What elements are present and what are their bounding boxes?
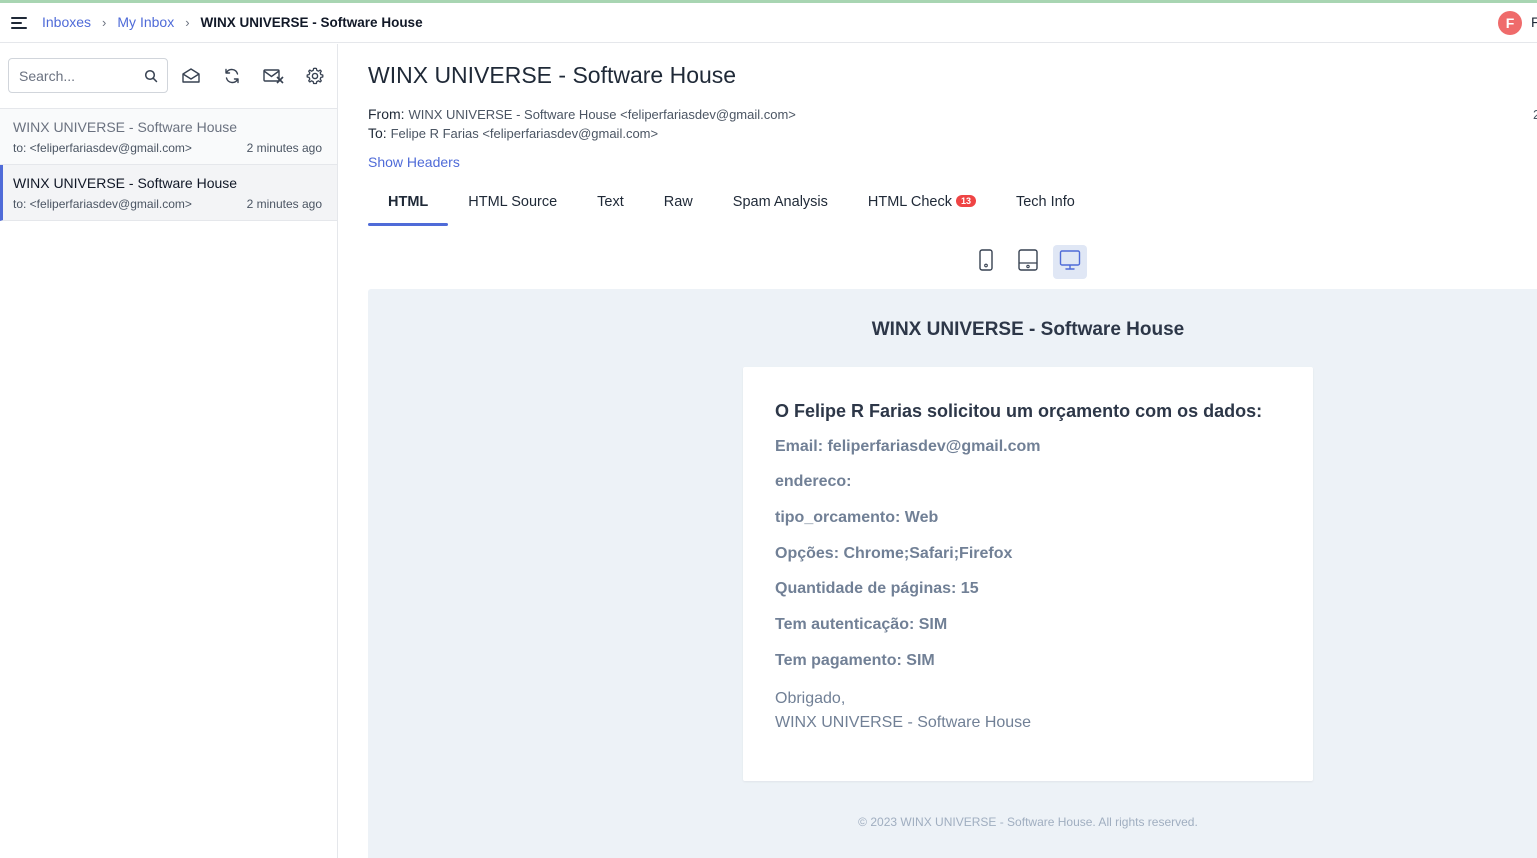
sidebar: WINX UNIVERSE - Software House to: <feli… [0,44,338,858]
top-bar: Inboxes › My Inbox › WINX UNIVERSE - Sof… [0,3,1537,43]
search-icon[interactable] [144,69,158,83]
from-label: From: [368,106,405,122]
to-label: To: [368,125,387,141]
tab-label: Text [597,194,624,210]
signoff-line-1: Obrigado, [775,690,846,707]
message-time: 2 minutes ago [246,197,322,211]
from-value: WINX UNIVERSE - Software House <feliperf… [408,107,796,122]
to-value: Felipe R Farias <feliperfariasdev@gmail.… [390,126,659,141]
user-avatar[interactable]: F [1498,11,1522,35]
breadcrumb-current: WINX UNIVERSE - Software House [200,14,423,30]
delete-all-mail-icon[interactable] [262,66,284,86]
tab-label: HTML Source [468,194,558,210]
field-tem-pagamento: Tem pagamento: SIM [775,652,935,669]
field-quantidade-paginas: Quantidade de páginas: 15 [775,580,979,597]
breadcrumb-inboxes[interactable]: Inboxes [42,14,91,30]
hamburger-menu-icon[interactable] [11,15,29,31]
view-tabs: HTML HTML Source Text Raw Spam Analysis … [368,184,1095,226]
tab-label: Tech Info [1015,194,1075,210]
email-subject-title: WINX UNIVERSE - Software House [368,62,737,88]
from-header: From: WINX UNIVERSE - Software House <fe… [368,106,796,122]
tab-label: Spam Analysis [732,194,828,210]
message-list-item-selected[interactable]: WINX UNIVERSE - Software House to: <feli… [0,165,337,221]
tab-html-check[interactable]: HTML Check 13 [848,184,996,226]
field-tem-autenticacao: Tem autenticação: SIM [775,616,948,633]
tab-spam-analysis[interactable]: Spam Analysis [713,184,848,226]
show-headers-link[interactable]: Show Headers [368,154,460,170]
refresh-icon[interactable] [222,66,242,86]
email-date: 2 [1533,107,1537,122]
message-view: WINX UNIVERSE - Software House From: WIN… [338,44,1537,858]
breadcrumb-separator-icon: › [185,14,190,30]
field-endereco: endereco: [775,473,852,490]
signoff-line-2: WINX UNIVERSE - Software House [775,714,1032,731]
tab-html-source[interactable]: HTML Source [448,184,577,226]
tab-text[interactable]: Text [577,184,644,226]
field-email: Email: feliperfariasdev@gmail.com [775,438,1041,455]
tab-raw[interactable]: Raw [644,184,713,226]
breadcrumb-my-inbox[interactable]: My Inbox [117,14,174,30]
preview-signoff: Obrigado, WINX UNIVERSE - Software House [775,687,1031,735]
message-time: 2 minutes ago [246,141,322,155]
desktop-icon [1059,249,1081,276]
tab-html[interactable]: HTML [368,184,449,226]
search-input[interactable] [9,59,129,92]
message-list-item[interactable]: WINX UNIVERSE - Software House to: <feli… [0,109,337,165]
tab-label: HTML [388,194,429,210]
mobile-view-button[interactable] [969,245,1003,279]
message-subject: WINX UNIVERSE - Software House [13,119,238,135]
tab-label: HTML Check [867,194,952,210]
breadcrumb-separator-icon: › [102,14,107,30]
preview-heading: WINX UNIVERSE - Software House [871,319,1185,340]
settings-gear-icon[interactable] [305,66,325,86]
phone-icon [979,248,993,276]
breadcrumb: Inboxes › My Inbox › WINX UNIVERSE - Sof… [42,14,423,30]
preview-card-title: O Felipe R Farias solicitou um orçamento… [775,401,1263,421]
message-recipient: to: <feliperfariasdev@gmail.com> [13,141,192,155]
email-preview-frame: WINX UNIVERSE - Software House O Felipe … [368,289,1537,858]
html-check-count-badge: 13 [955,195,976,207]
tablet-icon [1018,248,1038,276]
tab-label: Raw [663,194,693,210]
mark-read-envelope-icon[interactable] [181,66,201,86]
preview-footer: © 2023 WINX UNIVERSE - Software House. A… [858,815,1198,829]
field-tipo-orcamento: tipo_orcamento: Web [775,509,939,526]
search-box [8,58,168,93]
user-name[interactable]: F [1531,14,1537,30]
field-opcoes: Opções: Chrome;Safari;Firefox [775,545,1013,562]
message-list: WINX UNIVERSE - Software House to: <feli… [0,108,337,221]
tablet-view-button[interactable] [1011,245,1045,279]
tab-tech-info[interactable]: Tech Info [996,184,1095,226]
message-subject: WINX UNIVERSE - Software House [13,175,238,191]
message-recipient: to: <feliperfariasdev@gmail.com> [13,197,192,211]
desktop-view-button[interactable] [1053,245,1087,279]
to-header: To: Felipe R Farias <feliperfariasdev@gm… [368,125,658,141]
preview-card: O Felipe R Farias solicitou um orçamento… [743,367,1313,781]
